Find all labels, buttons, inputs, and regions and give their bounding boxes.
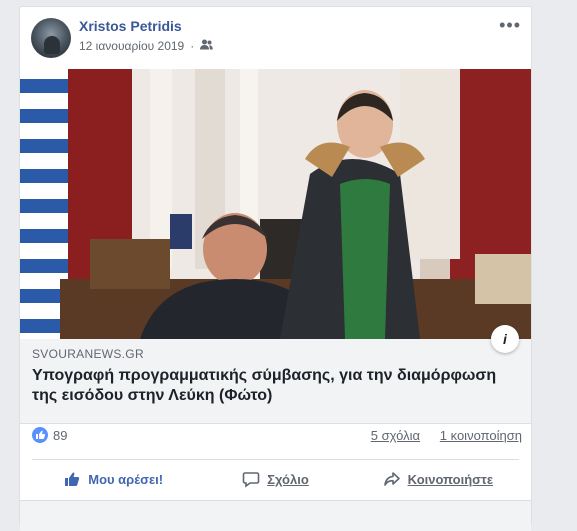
link-preview-image[interactable] (20, 69, 531, 339)
post-stats: 89 5 σχόλια 1 κοινοποίηση (32, 425, 522, 449)
link-headline[interactable]: Υπογραφή προγραμματικής σύμβασης, για τη… (32, 366, 522, 406)
post-meta: 12 ιανουαρίου 2019 · (79, 39, 214, 53)
action-bar: Μου αρέσει! Σχόλιο Κοινοποιήστε (32, 463, 519, 495)
divider (32, 459, 519, 460)
author-name[interactable]: Xristos Petridis (79, 18, 182, 34)
ellipsis-icon[interactable]: ••• (499, 15, 521, 36)
like-label: Μου αρέσει! (88, 471, 164, 487)
friends-icon[interactable] (200, 39, 214, 53)
avatar[interactable] (31, 18, 71, 58)
post-date[interactable]: 12 ιανουαρίου 2019 (79, 39, 184, 53)
share-label: Κοινοποιήστε (407, 471, 494, 487)
comments-count-link[interactable]: 5 σχόλια (371, 428, 420, 443)
shares-count-link[interactable]: 1 κοινοποίηση (440, 428, 522, 443)
sep-dot: · (190, 39, 195, 53)
post-card: Xristos Petridis 12 ιανουαρίου 2019 · ••… (19, 6, 532, 531)
link-preview[interactable]: i SVOURANEWS.GR Υπογραφή προγραμματικής … (20, 325, 531, 424)
share-button[interactable]: Κοινοποιήστε (357, 463, 519, 495)
comment-area[interactable] (20, 501, 531, 531)
comment-label: Σχόλιο (267, 471, 309, 487)
like-button[interactable]: Μου αρέσει! (32, 463, 194, 495)
share-icon (383, 472, 400, 486)
info-icon[interactable]: i (491, 325, 519, 353)
link-domain: SVOURANEWS.GR (32, 347, 144, 361)
like-reaction-icon[interactable] (32, 427, 48, 443)
photo-scene (20, 69, 531, 339)
comment-button[interactable]: Σχόλιο (194, 463, 356, 495)
thumbs-up-icon (65, 472, 80, 486)
like-count[interactable]: 89 (53, 428, 67, 443)
comment-icon (242, 472, 260, 488)
